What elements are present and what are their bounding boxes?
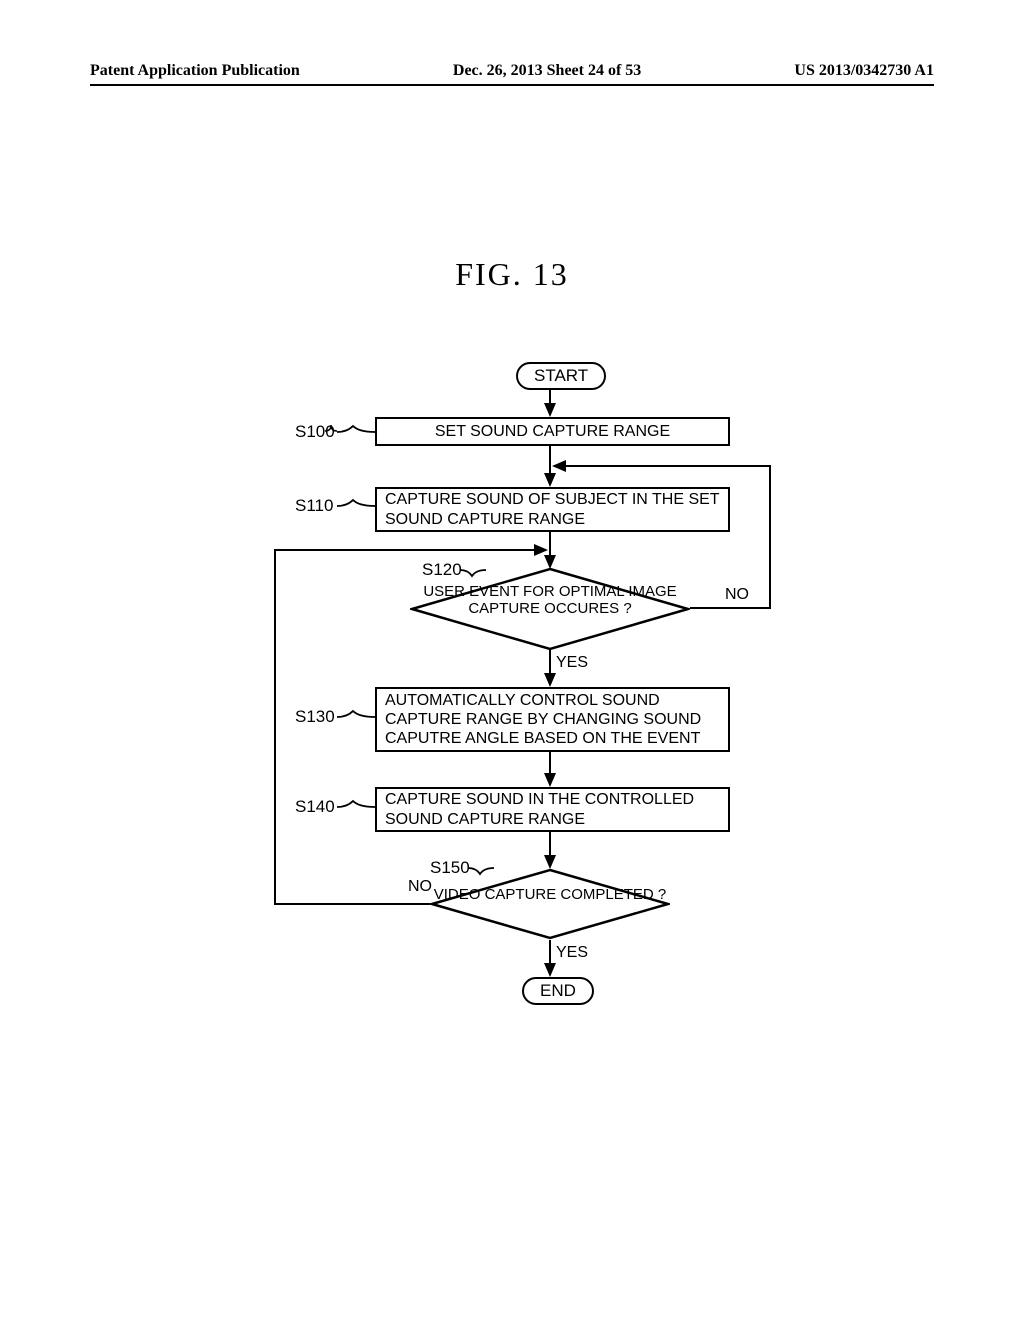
decision-s150-text: VIDEO CAPTURE COMPLETED ?: [434, 886, 667, 903]
process-s130: AUTOMATICALLY CONTROL SOUND CAPTURE RANG…: [375, 687, 730, 752]
process-s110: CAPTURE SOUND OF SUBJECT IN THE SET SOUN…: [375, 487, 730, 532]
step-label-s110: S110: [295, 496, 333, 516]
decision-s120: USER EVENT FOR OPTIMAL IMAGE CAPTURE OCC…: [410, 567, 690, 651]
start-label: START: [534, 366, 588, 385]
branch-yes-s150: YES: [556, 944, 588, 962]
decision-s150: VIDEO CAPTURE COMPLETED ?: [430, 868, 670, 940]
branch-yes-s120: YES: [556, 654, 588, 672]
flowchart: START S100 SET SOUND CAPTURE RANGE S110 …: [180, 362, 800, 1082]
branch-no-s150: NO: [408, 878, 432, 896]
header-left: Patent Application Publication: [90, 62, 300, 80]
bracket-icon: [335, 797, 380, 817]
process-s100-text: SET SOUND CAPTURE RANGE: [435, 422, 670, 441]
end-label: END: [540, 981, 576, 1000]
figure-title: FIG. 13: [90, 256, 934, 293]
terminal-end: END: [522, 977, 594, 1005]
terminal-start: START: [516, 362, 606, 390]
process-s110-text: CAPTURE SOUND OF SUBJECT IN THE SET SOUN…: [385, 490, 720, 528]
branch-no-s120: NO: [725, 586, 749, 604]
header-center: Dec. 26, 2013 Sheet 24 of 53: [453, 62, 641, 80]
page-header: Patent Application Publication Dec. 26, …: [90, 62, 934, 86]
process-s130-text: AUTOMATICALLY CONTROL SOUND CAPTURE RANG…: [385, 691, 720, 749]
step-label-s140: S140: [295, 797, 335, 817]
bracket-icon: [335, 707, 380, 727]
header-right: US 2013/0342730 A1: [794, 62, 934, 80]
bracket-icon: [335, 422, 380, 442]
bracket-icon: [335, 496, 380, 516]
process-s100: SET SOUND CAPTURE RANGE: [375, 417, 730, 446]
process-s140: CAPTURE SOUND IN THE CONTROLLED SOUND CA…: [375, 787, 730, 832]
step-label-s130: S130: [295, 707, 335, 727]
step-label-s100: S100: [295, 422, 335, 442]
process-s140-text: CAPTURE SOUND IN THE CONTROLLED SOUND CA…: [385, 790, 720, 828]
decision-s120-text: USER EVENT FOR OPTIMAL IMAGE CAPTURE OCC…: [423, 583, 676, 617]
